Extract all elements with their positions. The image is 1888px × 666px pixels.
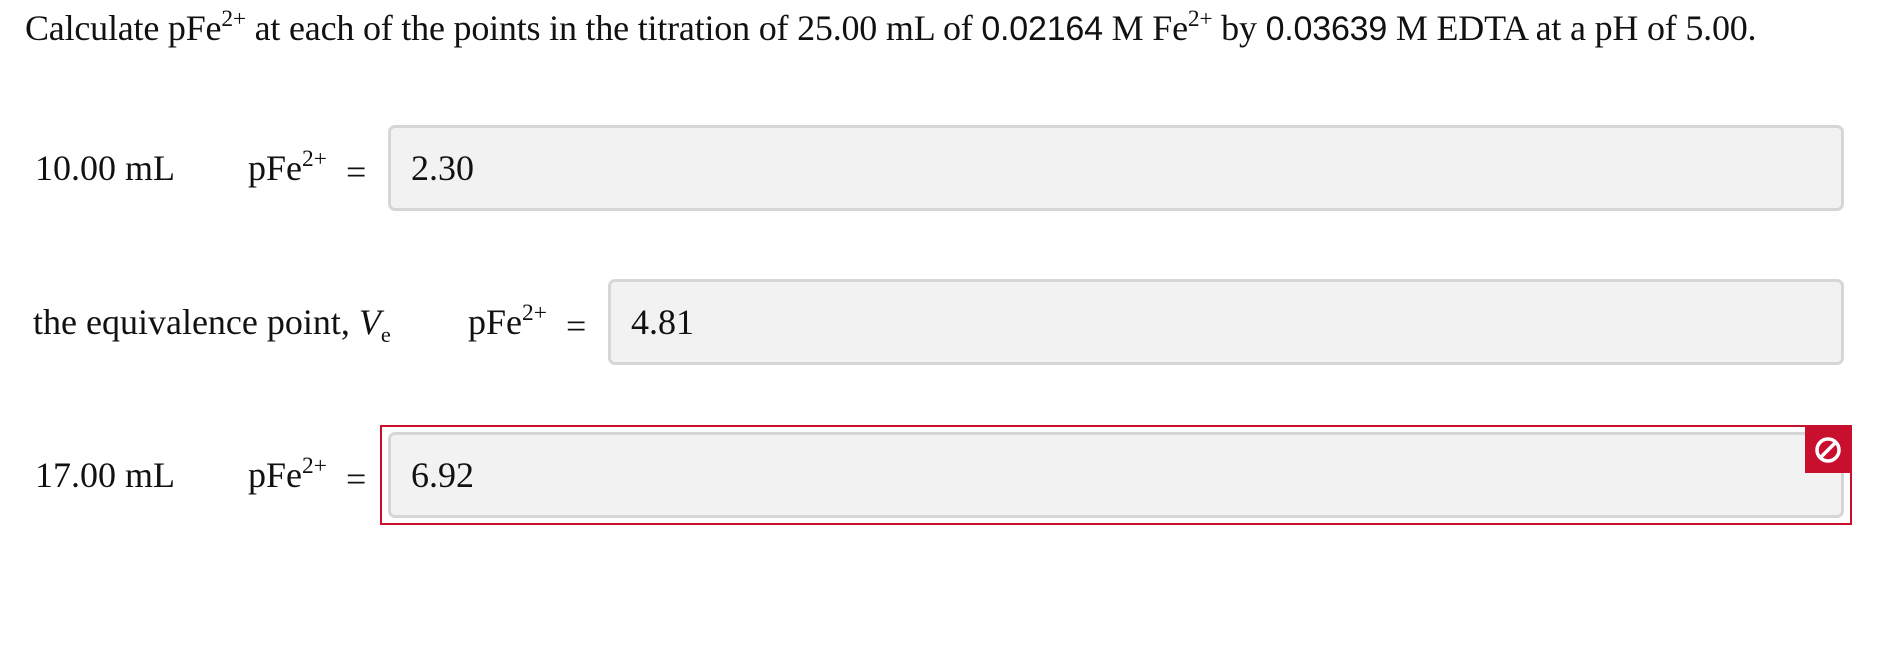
equals-sign: = (346, 459, 367, 499)
answer-row-3: 17.00 mL pFe2+ = (0, 425, 1888, 525)
quantity-label: pFe2+ (248, 452, 327, 495)
volume-label: the equivalence point, Ve (33, 302, 391, 346)
question-charge1: 2+ (221, 5, 246, 32)
volume-label-text: the equivalence point, (33, 302, 359, 342)
quantity-symbol: pFe (248, 455, 302, 495)
answer-input[interactable] (388, 125, 1844, 211)
equals-sign: = (346, 152, 367, 192)
equals-sign: = (566, 306, 587, 346)
prohibited-icon (1815, 437, 1841, 463)
answer-input[interactable] (608, 279, 1844, 365)
quantity-charge: 2+ (302, 145, 327, 172)
answer-input[interactable] (388, 432, 1844, 518)
question-conc1: 0.02164 (981, 10, 1103, 48)
quantity-charge: 2+ (302, 452, 327, 479)
answer-row-2: the equivalence point, Ve pFe2+ = (0, 272, 1888, 372)
question-part2: at each of the points in the titration o… (245, 8, 982, 48)
quantity-label: pFe2+ (248, 145, 327, 188)
quantity-label: pFe2+ (468, 299, 547, 342)
volume-label: 10.00 mL (35, 148, 175, 188)
question-text: Calculate pFe2+ at each of the points in… (25, 4, 1757, 53)
volume-symbol: V (358, 302, 381, 342)
question-charge2: 2+ (1187, 5, 1213, 32)
volume-label: 17.00 mL (35, 455, 175, 495)
incorrect-badge[interactable] (1805, 427, 1851, 473)
quantity-charge: 2+ (522, 299, 547, 326)
question-part1: Calculate pFe (25, 8, 222, 48)
question-part4: by (1212, 8, 1266, 48)
question-part5: M EDTA at a pH of 5.00. (1387, 8, 1757, 48)
answer-row-1: 10.00 mL pFe2+ = (0, 118, 1888, 218)
question-conc2: 0.03639 (1265, 10, 1388, 48)
quantity-symbol: pFe (248, 148, 302, 188)
volume-subscript: e (380, 322, 391, 348)
quantity-symbol: pFe (468, 302, 522, 342)
question-part3: M Fe (1102, 8, 1188, 48)
